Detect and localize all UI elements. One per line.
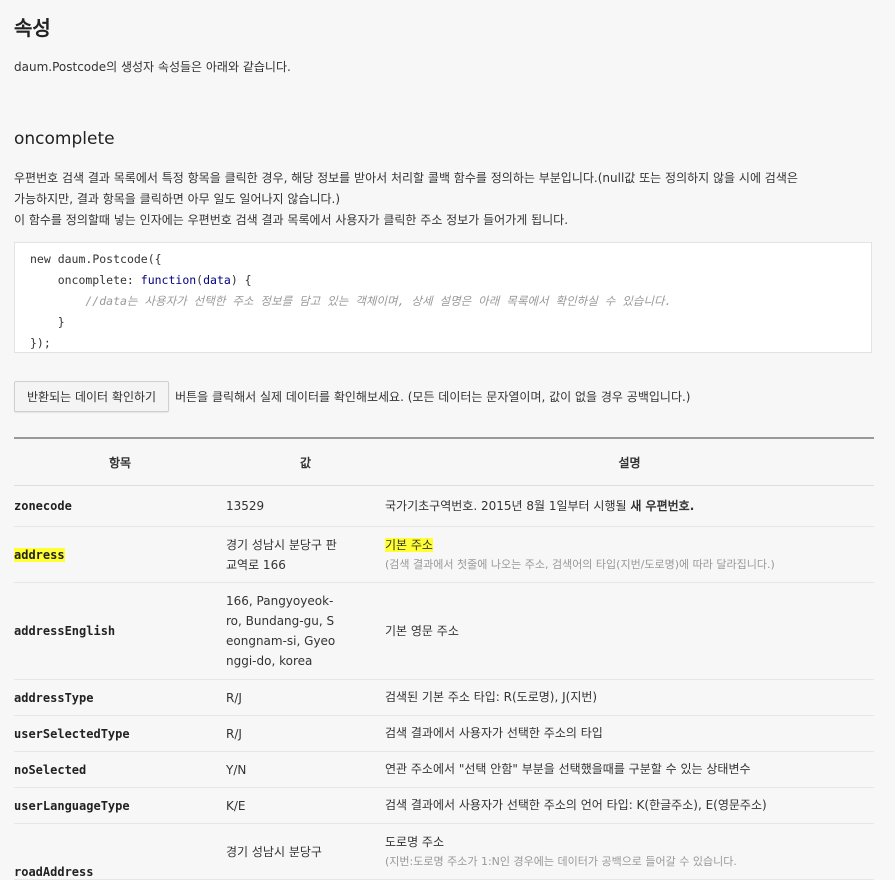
row-value: R/J	[226, 679, 385, 716]
highlighted-key: address	[14, 547, 65, 562]
row-key: address	[14, 526, 226, 583]
row-value: K/E	[226, 787, 385, 824]
row-value: Y/N	[226, 751, 385, 788]
row-description: 기본 주소 (검색 결과에서 첫줄에 나오는 주소, 검색어의 타입(지번/도로명…	[385, 526, 874, 583]
row-value: 경기 성남시 분당구	[226, 823, 385, 880]
desc-text: 도로명 주소	[385, 834, 445, 849]
code-comment: //data는 사용자가 선택한 주소 정보를 담고 있는 객체이며, 상세 설…	[30, 294, 672, 308]
row-value: R/J	[226, 715, 385, 752]
desc-note: (지번:도로명 주소가 1:N인 경우에는 데이터가 공백으로 들어갈 수 있습…	[385, 854, 737, 868]
code-line-1: new daum.Postcode({	[30, 249, 856, 270]
check-data-button[interactable]: 반환되는 데이터 확인하기	[14, 381, 170, 412]
table-row: noSelected Y/N 연관 주소에서 "선택 안함" 부분을 선택했을때…	[14, 751, 874, 788]
row-description: 검색된 기본 주소 타입: R(도로명), J(지번)	[385, 679, 874, 716]
row-key: noSelected	[14, 751, 226, 788]
row-value: 13529	[226, 485, 385, 527]
code-arg: data	[203, 273, 231, 287]
header-item: 항목	[14, 437, 226, 486]
check-row: 반환되는 데이터 확인하기 버튼을 클릭해서 실제 데이터를 확인해보세요. (…	[14, 381, 691, 412]
code-paren-close: ) {	[230, 273, 252, 287]
row-description: 검색 결과에서 사용자가 선택한 주소의 언어 타입: K(한글주소), E(영…	[385, 787, 874, 824]
intro-text: daum.Postcode의 생성자 속성들은 아래와 같습니다.	[14, 60, 291, 74]
oncomplete-description: 우편번호 검색 결과 목록에서 특정 항목을 클릭한 경우, 해당 정보를 받아…	[14, 168, 874, 231]
table-row: address 경기 성남시 분당구 판교역로 166 기본 주소 (검색 결과에…	[14, 526, 874, 583]
row-key: zonecode	[14, 485, 226, 527]
code-function-keyword: function	[140, 273, 197, 287]
table-row: addressType R/J 검색된 기본 주소 타입: R(도로명), J(…	[14, 679, 874, 716]
table-row: userLanguageType K/E 검색 결과에서 사용자가 선택한 주소…	[14, 787, 874, 824]
row-key: addressType	[14, 679, 226, 716]
desc-line-2: 가능하지만, 결과 항목을 클릭하면 아무 일도 일어나지 않습니다.)	[14, 192, 341, 206]
code-line-4: }	[30, 315, 65, 329]
row-key: addressEnglish	[14, 582, 226, 680]
value-text: 166, Pangyoyeok-ro, Bundang-gu, Seongnam…	[226, 594, 336, 668]
code-block: new daum.Postcode({ oncomplete: function…	[14, 242, 872, 353]
code-line-2: oncomplete: function(data) {	[30, 270, 856, 291]
table-header-row: 항목 값 설명	[14, 437, 874, 486]
section-title: 속성	[14, 16, 51, 40]
row-description: 검색 결과에서 사용자가 선택한 주소의 타입	[385, 715, 874, 752]
desc-bold: 새 우편번호.	[630, 498, 695, 513]
code-keyword: new	[30, 252, 51, 266]
desc-line-1: 우편번호 검색 결과 목록에서 특정 항목을 클릭한 경우, 해당 정보를 받아…	[14, 171, 798, 185]
oncomplete-title: oncomplete	[14, 129, 115, 149]
table-row: addressEnglish 166, Pangyoyeok-ro, Bunda…	[14, 582, 874, 680]
desc-line-3: 이 함수를 정의할때 넣는 인자에는 우편번호 검색 결과 목록에서 사용자가 …	[14, 213, 569, 227]
row-value: 166, Pangyoyeok-ro, Bundang-gu, Seongnam…	[226, 582, 385, 680]
table-row: roadAddress 경기 성남시 분당구 도로명 주소 (지번:도로명 주소가…	[14, 823, 874, 880]
check-note: 버튼을 클릭해서 실제 데이터를 확인해보세요. (모든 데이터는 문자열이며,…	[175, 390, 691, 404]
header-description: 설명	[385, 437, 874, 486]
table-row: userSelectedType R/J 검색 결과에서 사용자가 선택한 주소…	[14, 715, 874, 752]
value-text: 경기 성남시 분당구 판교역로 166	[226, 537, 337, 572]
attributes-table: 항목 값 설명 zonecode 13529 국가기초구역번호. 2015년 8…	[14, 437, 874, 880]
row-description: 기본 영문 주소	[385, 582, 874, 680]
highlighted-desc: 기본 주소	[385, 537, 433, 552]
row-value: 경기 성남시 분당구 판교역로 166	[226, 526, 385, 583]
row-key: userLanguageType	[14, 787, 226, 824]
row-description: 도로명 주소 (지번:도로명 주소가 1:N인 경우에는 데이터가 공백으로 들어…	[385, 823, 874, 880]
desc-text: 국가기초구역번호. 2015년 8월 1일부터 시행될	[385, 498, 631, 513]
header-value: 값	[226, 437, 385, 486]
row-key: roadAddress	[14, 823, 226, 880]
code-line-5: });	[30, 336, 51, 350]
code-text: daum.Postcode({	[50, 252, 162, 266]
row-description: 연관 주소에서 "선택 안함" 부분을 선택했을때를 구분할 수 있는 상태변수	[385, 751, 874, 788]
row-description: 국가기초구역번호. 2015년 8월 1일부터 시행될 새 우편번호.	[385, 485, 874, 527]
desc-note: (검색 결과에서 첫줄에 나오는 주소, 검색어의 타입(지번/도로명)에 따라…	[385, 557, 775, 571]
row-key: userSelectedType	[14, 715, 226, 752]
table-row: zonecode 13529 국가기초구역번호. 2015년 8월 1일부터 시…	[14, 485, 874, 527]
code-prop: oncomplete:	[30, 273, 141, 287]
